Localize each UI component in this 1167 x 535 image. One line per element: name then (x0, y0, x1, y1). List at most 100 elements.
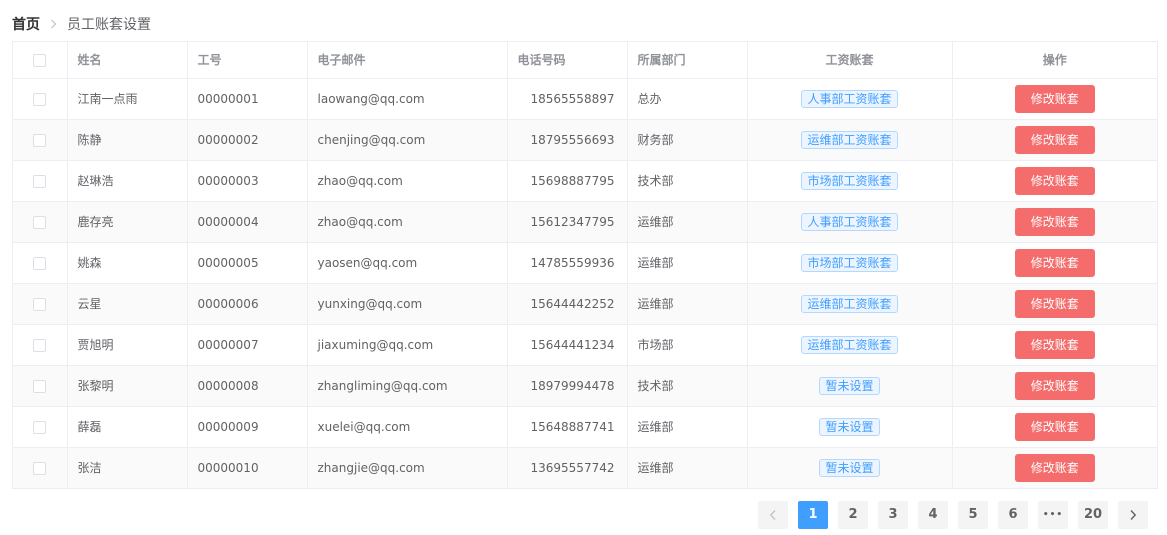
edit-salary-set-button[interactable]: 修改账套 (1014, 207, 1095, 236)
edit-salary-set-button[interactable]: 修改账套 (1014, 248, 1095, 277)
edit-salary-set-button[interactable]: 修改账套 (1014, 371, 1095, 400)
cell-email: chenjing@qq.com (307, 119, 508, 161)
cell-name: 云星 (67, 283, 188, 325)
cell-phone: 15648887741 (507, 406, 628, 448)
prev-page-button[interactable] (758, 501, 788, 529)
cell-department: 市场部 (627, 324, 748, 366)
chevron-right-icon (50, 19, 57, 29)
cell-name: 赵琳浩 (67, 160, 188, 202)
edit-salary-set-button[interactable]: 修改账套 (1014, 289, 1095, 318)
header-actions: 操作 (952, 42, 1157, 79)
cell-department: 运维部 (627, 242, 748, 284)
row-checkbox[interactable] (33, 338, 47, 352)
breadcrumb-current: 员工账套设置 (67, 17, 151, 33)
cell-department: 技术部 (627, 160, 748, 202)
table-row: 贾旭明 00000007 jiaxuming@qq.com 1564444123… (13, 324, 1157, 366)
row-checkbox[interactable] (33, 92, 47, 106)
edit-salary-set-button[interactable]: 修改账套 (1014, 453, 1095, 482)
salary-set-tag: 人事部工资账套 (801, 212, 898, 231)
chevron-left-icon (769, 510, 776, 520)
employee-table: 姓名 工号 电子邮件 电话号码 所属部门 工资账套 操作 江南一点雨 00000… (12, 41, 1158, 489)
row-checkbox[interactable] (33, 133, 47, 147)
cell-work-id: 00000006 (187, 283, 308, 325)
cell-email: zhao@qq.com (307, 201, 508, 243)
select-all-checkbox[interactable] (33, 53, 47, 67)
cell-name: 陈静 (67, 119, 188, 161)
row-checkbox[interactable] (33, 256, 47, 270)
cell-work-id: 00000002 (187, 119, 308, 161)
salary-set-page: 首页 员工账套设置 姓名 工号 电子邮件 电话号码 所属部门 工资账套 操作 江… (0, 0, 1167, 535)
next-page-button[interactable] (1118, 501, 1148, 529)
header-name: 姓名 (67, 42, 188, 79)
page-button-3[interactable]: 3 (878, 501, 908, 529)
salary-set-tag: 运维部工资账套 (801, 294, 898, 313)
cell-department: 财务部 (627, 119, 748, 161)
cell-name: 姚森 (67, 242, 188, 284)
page-button-6[interactable]: 6 (998, 501, 1028, 529)
cell-work-id: 00000003 (187, 160, 308, 202)
salary-set-tag: 运维部工资账套 (801, 130, 898, 149)
edit-salary-set-button[interactable]: 修改账套 (1014, 330, 1095, 359)
table-row: 张黎明 00000008 zhangliming@qq.com 18979994… (13, 365, 1157, 407)
cell-name: 江南一点雨 (67, 78, 188, 120)
cell-name: 张黎明 (67, 365, 188, 407)
row-checkbox[interactable] (33, 420, 47, 434)
cell-email: yaosen@qq.com (307, 242, 508, 284)
chevron-right-icon (1130, 510, 1137, 520)
table-row: 云星 00000006 yunxing@qq.com 15644442252 运… (13, 283, 1157, 325)
cell-phone: 15698887795 (507, 160, 628, 202)
salary-set-tag: 暂未设置 (819, 458, 880, 477)
cell-department: 运维部 (627, 283, 748, 325)
cell-department: 运维部 (627, 406, 748, 448)
cell-phone: 18979994478 (507, 365, 628, 407)
cell-work-id: 00000004 (187, 201, 308, 243)
header-salary-set: 工资账套 (747, 42, 953, 79)
edit-salary-set-button[interactable]: 修改账套 (1014, 412, 1095, 441)
page-button-4[interactable]: 4 (918, 501, 948, 529)
table-row: 江南一点雨 00000001 laowang@qq.com 1856555889… (13, 78, 1157, 120)
row-checkbox[interactable] (33, 461, 47, 475)
salary-set-tag: 运维部工资账套 (801, 335, 898, 354)
cell-work-id: 00000009 (187, 406, 308, 448)
salary-set-tag: 暂未设置 (819, 417, 880, 436)
header-work-id: 工号 (187, 42, 308, 79)
cell-phone: 18795556693 (507, 119, 628, 161)
row-checkbox[interactable] (33, 379, 47, 393)
page-button-2[interactable]: 2 (838, 501, 868, 529)
salary-set-tag: 市场部工资账套 (801, 171, 898, 190)
page-button-20[interactable]: 20 (1078, 501, 1108, 529)
select-all-cell (13, 42, 68, 79)
breadcrumb: 首页 员工账套设置 (12, 14, 151, 34)
table-row: 张洁 00000010 zhangjie@qq.com 13695557742 … (13, 447, 1157, 488)
cell-phone: 15644441234 (507, 324, 628, 366)
cell-name: 张洁 (67, 447, 188, 488)
salary-set-tag: 暂未设置 (819, 376, 880, 395)
row-checkbox[interactable] (33, 215, 47, 229)
breadcrumb-home-link[interactable]: 首页 (12, 14, 40, 34)
row-checkbox[interactable] (33, 297, 47, 311)
cell-email: yunxing@qq.com (307, 283, 508, 325)
cell-work-id: 00000008 (187, 365, 308, 407)
page-button-5[interactable]: 5 (958, 501, 988, 529)
edit-salary-set-button[interactable]: 修改账套 (1014, 125, 1095, 154)
edit-salary-set-button[interactable]: 修改账套 (1014, 84, 1095, 113)
cell-email: xuelei@qq.com (307, 406, 508, 448)
row-checkbox[interactable] (33, 174, 47, 188)
header-department: 所属部门 (627, 42, 748, 79)
table-header-row: 姓名 工号 电子邮件 电话号码 所属部门 工资账套 操作 (13, 42, 1157, 79)
pagination: 1 2 3 4 5 6 ••• 20 (758, 501, 1148, 529)
table-row: 赵琳浩 00000003 zhao@qq.com 15698887795 技术部… (13, 160, 1157, 202)
table-row: 薛磊 00000009 xuelei@qq.com 15648887741 运维… (13, 406, 1157, 448)
cell-email: zhao@qq.com (307, 160, 508, 202)
cell-phone: 15612347795 (507, 201, 628, 243)
cell-email: jiaxuming@qq.com (307, 324, 508, 366)
cell-work-id: 00000010 (187, 447, 308, 488)
cell-work-id: 00000007 (187, 324, 308, 366)
cell-department: 总办 (627, 78, 748, 120)
edit-salary-set-button[interactable]: 修改账套 (1014, 166, 1095, 195)
more-pages-button[interactable]: ••• (1038, 501, 1068, 529)
salary-set-tag: 市场部工资账套 (801, 253, 898, 272)
header-phone: 电话号码 (507, 42, 628, 79)
cell-department: 运维部 (627, 201, 748, 243)
page-button-1[interactable]: 1 (798, 501, 828, 529)
